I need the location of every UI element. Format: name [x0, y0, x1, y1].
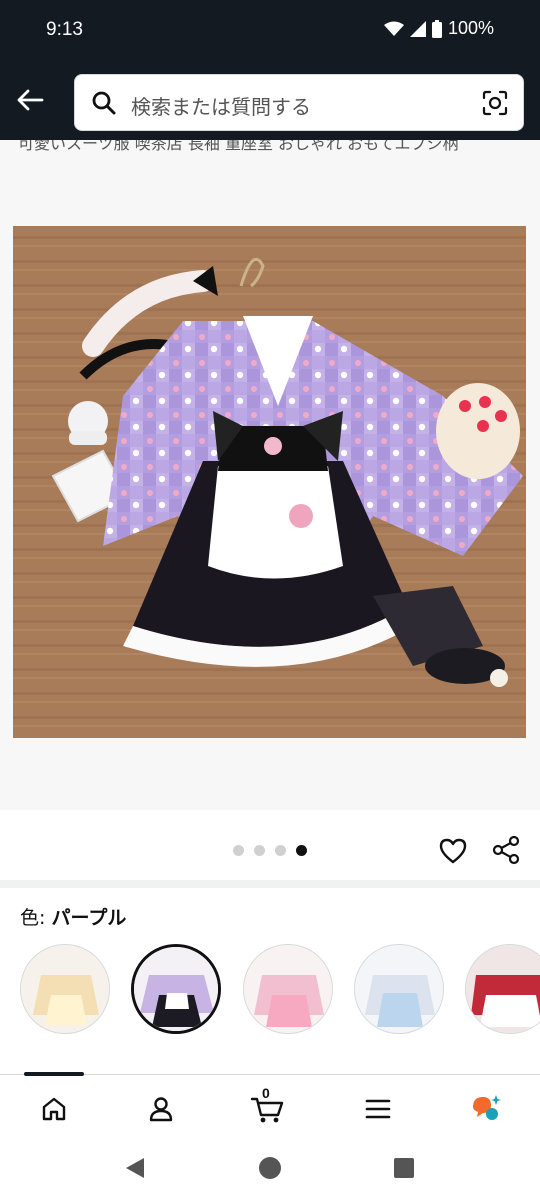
search-input[interactable]: 検索または質問する	[74, 74, 524, 131]
pager-dot-active[interactable]	[296, 845, 307, 856]
product-title: 可愛いスーツ服 喫茶店 長袖 重座室 おしゃれ おもてエプシ柄	[18, 140, 459, 153]
product-image[interactable]	[13, 226, 526, 738]
status-time: 9:13	[46, 19, 83, 40]
product-photo-illustration	[13, 226, 526, 738]
system-back-icon[interactable]	[124, 1156, 146, 1180]
home-icon	[42, 1097, 66, 1121]
pager-dot[interactable]	[254, 845, 265, 856]
swatch-image	[355, 945, 443, 1033]
color-label-prefix: 色:	[20, 907, 52, 929]
product-image-gallery[interactable]	[0, 154, 540, 810]
share-icon	[492, 835, 520, 865]
nav-ai-assistant[interactable]	[466, 1089, 506, 1129]
pager-dot[interactable]	[275, 845, 286, 856]
nav-menu[interactable]	[358, 1089, 398, 1129]
swatch-pink[interactable]	[243, 944, 333, 1034]
nav-home[interactable]	[34, 1089, 74, 1129]
wifi-icon	[383, 21, 404, 36]
swatch-image	[21, 945, 109, 1033]
active-tab-indicator	[24, 1072, 84, 1076]
app-header: 9:13 100% 検索または質問する	[0, 0, 540, 140]
system-navigation-bar	[0, 1142, 540, 1199]
bottom-navigation: 0	[0, 1072, 540, 1142]
color-variant-label: 色: パープル	[20, 903, 126, 930]
search-placeholder: 検索または質問する	[131, 95, 311, 119]
back-button[interactable]	[10, 80, 50, 120]
search-icon	[92, 91, 116, 115]
menu-icon	[365, 1099, 391, 1119]
nav-account[interactable]	[141, 1089, 181, 1129]
swatch-image	[244, 945, 332, 1033]
swatch-yellow[interactable]	[20, 944, 110, 1034]
app-root: 9:13 100% 検索または質問する 可愛いスーツ服 喫茶店 長袖 重座室 お…	[0, 0, 540, 1199]
color-swatches	[0, 940, 540, 1040]
system-recents-icon[interactable]	[393, 1157, 415, 1179]
cart-count: 0	[262, 1085, 270, 1101]
product-title-strip: 可愛いスーツ服 喫茶店 長袖 重座室 おしゃれ おもてエプシ柄	[0, 140, 540, 154]
camera-search-icon[interactable]	[481, 89, 509, 117]
wishlist-button[interactable]	[438, 836, 468, 866]
pager-dot[interactable]	[233, 845, 244, 856]
selected-color: パープル	[51, 907, 127, 929]
share-button[interactable]	[490, 834, 522, 866]
nav-cart[interactable]: 0	[248, 1085, 288, 1129]
swatch-red[interactable]	[465, 944, 540, 1034]
battery-percentage: 100%	[447, 18, 494, 38]
person-icon	[149, 1097, 173, 1122]
swatch-image	[134, 947, 218, 1031]
swatch-blue[interactable]	[354, 944, 444, 1034]
swatch-purple[interactable]	[131, 944, 221, 1034]
status-bar: 9:13 100%	[0, 0, 540, 62]
battery-icon	[431, 19, 442, 38]
arrow-left-icon	[17, 89, 44, 111]
swatch-image	[466, 945, 540, 1033]
system-home-icon[interactable]	[258, 1156, 282, 1180]
section-divider	[0, 880, 540, 888]
status-icons: 100%	[383, 18, 494, 39]
assistant-icon	[473, 1095, 501, 1120]
signal-icon	[409, 20, 426, 37]
heart-icon	[439, 838, 467, 864]
